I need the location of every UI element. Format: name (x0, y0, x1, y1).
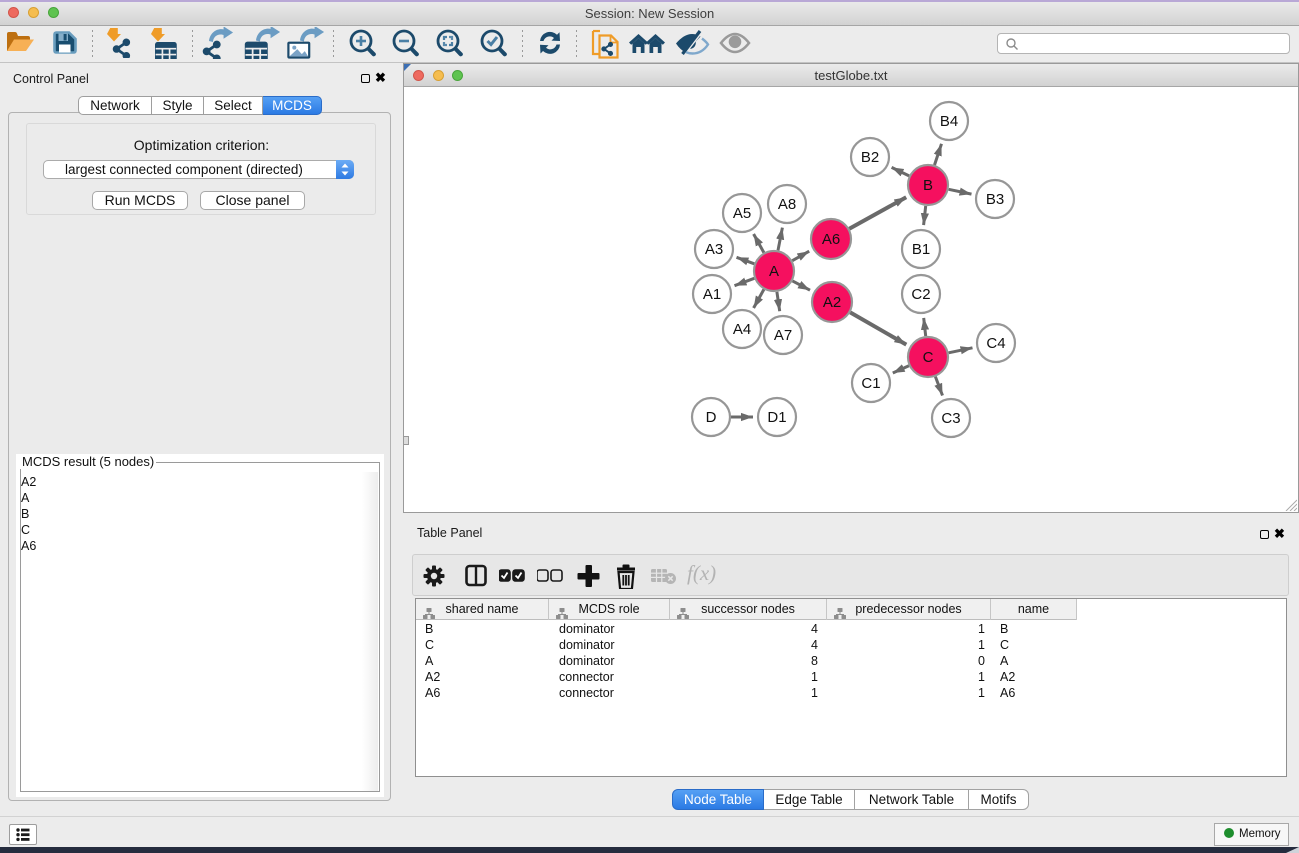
svg-text:B3: B3 (986, 191, 1004, 208)
svg-text:B1: B1 (912, 241, 930, 258)
svg-text:A1: A1 (703, 286, 721, 303)
svg-text:A6: A6 (822, 231, 840, 248)
svg-text:D1: D1 (767, 409, 786, 426)
svg-text:A8: A8 (778, 196, 796, 213)
svg-text:C4: C4 (986, 335, 1005, 352)
svg-text:A3: A3 (705, 241, 723, 258)
svg-text:B2: B2 (861, 149, 879, 166)
svg-text:C3: C3 (941, 410, 960, 427)
svg-text:A5: A5 (733, 205, 751, 222)
svg-text:A: A (769, 263, 779, 280)
svg-text:B: B (923, 177, 933, 194)
svg-text:C2: C2 (911, 286, 930, 303)
svg-text:C1: C1 (861, 375, 880, 392)
svg-text:A4: A4 (733, 321, 751, 338)
svg-text:D: D (706, 409, 717, 426)
svg-text:A7: A7 (774, 327, 792, 344)
svg-text:B4: B4 (940, 113, 958, 130)
svg-text:A2: A2 (823, 294, 841, 311)
svg-text:C: C (923, 349, 934, 366)
